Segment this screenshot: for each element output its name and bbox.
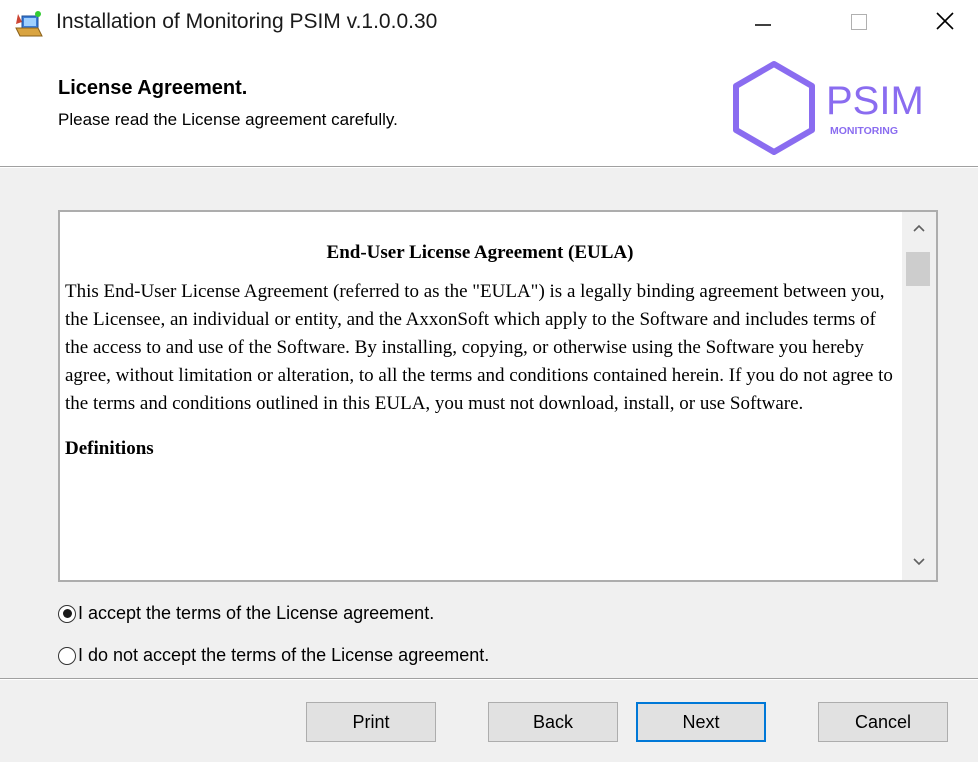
eula-scrollbar[interactable] [902, 212, 936, 580]
minimize-icon [753, 11, 773, 36]
eula-paragraph: This End-User License Agreement (referre… [65, 281, 893, 414]
accept-label: I accept the terms of the License agreem… [78, 603, 435, 623]
decline-option[interactable]: I do not accept the terms of the License… [58, 645, 489, 666]
close-icon [934, 10, 956, 37]
minimize-button[interactable] [740, 6, 786, 40]
scroll-thumb[interactable] [906, 252, 930, 286]
maximize-button[interactable] [836, 6, 882, 40]
psim-logo: PSIM MONITORING [726, 56, 946, 156]
chevron-down-icon [912, 554, 926, 572]
close-button[interactable] [922, 6, 968, 40]
page-subtitle: Please read the License agreement carefu… [58, 110, 398, 129]
accept-option[interactable]: I accept the terms of the License agreem… [58, 603, 434, 624]
eula-textbox[interactable]: End-User License Agreement (EULA) This E… [58, 210, 938, 582]
footer-divider-highlight [0, 679, 978, 680]
scroll-up-button[interactable] [902, 212, 936, 246]
cancel-button[interactable]: Cancel [818, 702, 948, 742]
title-bar: Installation of Monitoring PSIM v.1.0.0.… [0, 0, 978, 44]
eula-definitions-heading: Definitions [65, 438, 154, 459]
accept-radio[interactable] [58, 604, 76, 623]
scroll-down-button[interactable] [902, 546, 936, 580]
installer-icon [12, 10, 46, 40]
decline-radio[interactable] [58, 646, 76, 665]
decline-label: I do not accept the terms of the License… [78, 645, 490, 665]
logo-text: PSIM [826, 79, 924, 123]
maximize-icon [849, 11, 869, 36]
logo-subtext: MONITORING [830, 125, 898, 137]
page-title: License Agreement. [58, 77, 248, 99]
header-panel: License Agreement. Please read the Licen… [0, 44, 978, 166]
print-button[interactable]: Print [306, 702, 436, 742]
back-button[interactable]: Back [488, 702, 618, 742]
radio-selected-dot [62, 609, 72, 618]
eula-heading: End-User License Agreement (EULA) [326, 242, 634, 263]
window-title: Installation of Monitoring PSIM v.1.0.0.… [56, 10, 438, 33]
chevron-up-icon [912, 220, 926, 238]
next-button[interactable]: Next [636, 702, 766, 742]
eula-content: End-User License Agreement (EULA) This E… [65, 222, 895, 460]
